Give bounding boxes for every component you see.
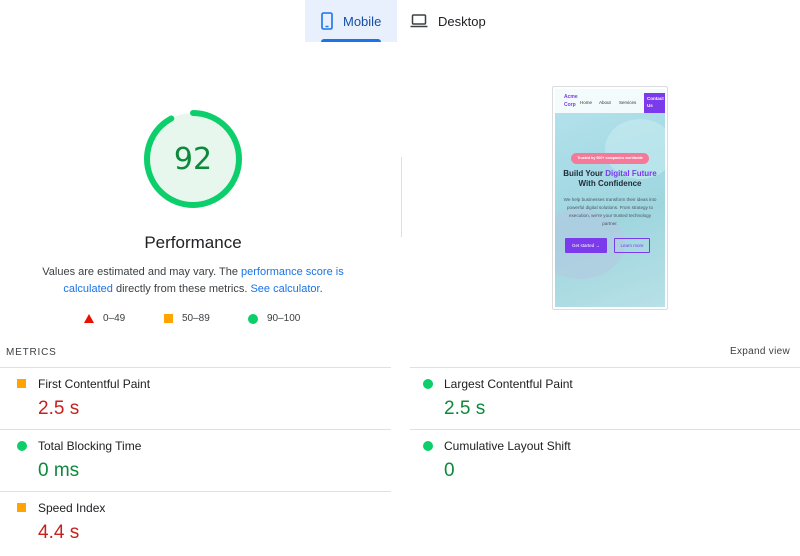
preview-nav-services: Services [619, 100, 637, 105]
legend-poor-label: 0–49 [103, 313, 126, 324]
metric-name: Speed Index [38, 501, 106, 515]
score-legend: 0–49 50–89 90–100 [0, 313, 386, 327]
laptop-icon [410, 14, 428, 28]
desc-text-3: . [319, 283, 323, 295]
metric-value: 0 ms [38, 460, 80, 481]
score-description: Values are estimated and may vary. The p… [30, 264, 356, 298]
square-icon [17, 379, 26, 388]
performance-title: Performance [144, 233, 242, 252]
preview-subtext: We help businesses transform their ideas… [563, 197, 657, 226]
preview-screen: Acme Corp Home About Services Contact Us… [555, 89, 665, 307]
circle-icon [248, 313, 258, 324]
tab-desktop[interactable]: Desktop [410, 0, 500, 42]
preview-navbar: Acme Corp Home About Services Contact Us [555, 89, 665, 113]
expand-view-toggle[interactable]: Expand view [730, 346, 790, 357]
triangle-icon [84, 314, 94, 323]
metric-largest-contentful-paint: Largest Contentful Paint 2.5 s [411, 367, 797, 429]
legend-good: 90–100 [248, 313, 300, 324]
tab-mobile-label: Mobile [343, 13, 382, 29]
page-screenshot-preview: Acme Corp Home About Services Contact Us… [552, 86, 668, 310]
metric-first-contentful-paint: First Contentful Paint 2.5 s [5, 367, 391, 429]
square-icon [164, 314, 173, 323]
preview-nav-home: Home [580, 100, 593, 105]
preview-contact-button: Contact Us [644, 93, 665, 113]
metric-name: Cumulative Layout Shift [444, 439, 571, 453]
legend-average: 50–89 [164, 313, 210, 324]
circle-icon [17, 441, 27, 451]
preview-badge: Trusted by 500+ companies worldwide [571, 153, 649, 164]
preview-heading-pre: Build Your [563, 169, 606, 178]
metric-speed-index: Speed Index 4.4 s [5, 491, 391, 553]
preview-nav-about: About [599, 100, 611, 105]
see-calculator-link[interactable]: See calculator [250, 283, 319, 295]
preview-primary-button: Get started → [565, 238, 607, 253]
legend-average-label: 50–89 [182, 313, 210, 324]
desc-text-2: directly from these metrics. [112, 283, 251, 295]
metric-total-blocking-time: Total Blocking Time 0 ms [5, 429, 391, 491]
device-tabs: Mobile Desktop [0, 0, 800, 42]
metric-cumulative-layout-shift: Cumulative Layout Shift 0 [411, 429, 797, 491]
performance-gauge: 92 [142, 108, 244, 210]
square-icon [17, 503, 26, 512]
desc-text-1: Values are estimated and may vary. The [42, 266, 241, 278]
metrics-header: METRICS [6, 347, 57, 358]
metric-name: Largest Contentful Paint [444, 377, 573, 391]
legend-good-label: 90–100 [267, 313, 301, 324]
preview-secondary-button: Learn more [614, 238, 650, 253]
smartphone-icon [321, 12, 333, 30]
metric-value: 0 [444, 460, 455, 481]
performance-score: 92 [173, 141, 213, 177]
metric-value: 2.5 s [444, 398, 486, 419]
circle-icon [423, 379, 433, 389]
metric-value: 4.4 s [38, 522, 80, 543]
tab-desktop-label: Desktop [438, 13, 486, 29]
tab-mobile[interactable]: Mobile [305, 0, 397, 42]
legend-poor: 0–49 [84, 313, 125, 324]
preview-heading-highlight: Digital Future [605, 169, 657, 178]
metric-name: First Contentful Paint [38, 377, 151, 391]
preview-heading-post: With Confidence [578, 179, 642, 188]
metric-value: 2.5 s [38, 398, 80, 419]
section-divider [401, 157, 402, 237]
circle-icon [423, 441, 433, 451]
metric-name: Total Blocking Time [38, 439, 142, 453]
active-tab-indicator [321, 39, 381, 42]
preview-heading: Build Your Digital Future With Confidenc… [559, 169, 661, 189]
